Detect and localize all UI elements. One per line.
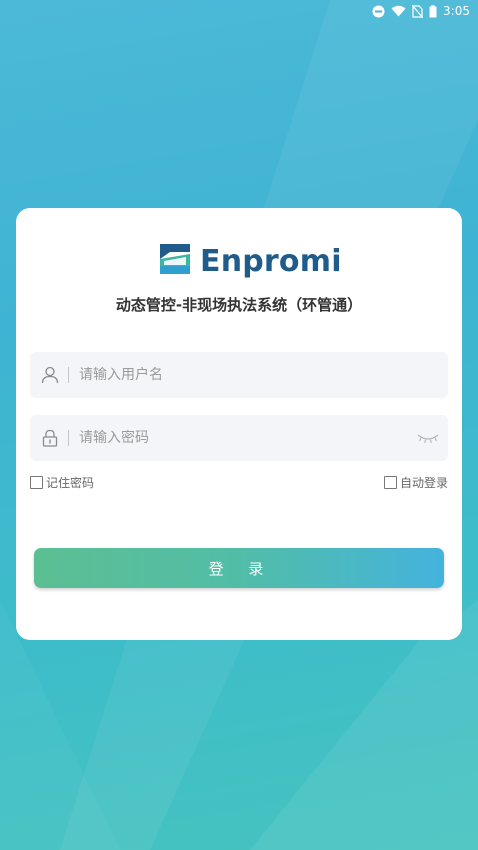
wifi-icon (391, 5, 406, 17)
enpromi-logo-icon (158, 242, 192, 280)
auto-login-label: 自动登录 (399, 476, 448, 490)
battery-icon (429, 4, 437, 18)
remember-password-checkbox[interactable] (30, 476, 43, 489)
auto-login-checkbox[interactable] (383, 476, 397, 489)
no-sim-icon (412, 4, 424, 18)
username-field[interactable] (30, 352, 448, 398)
login-screen: 3:05 Enpromi 动态管控-非现场执法系统（环管通） 请输入用户名 记住… (0, 0, 478, 850)
do-not-disturb-icon (372, 5, 385, 18)
field-divider (68, 367, 69, 383)
lock-icon (32, 429, 68, 447)
brand-logo: Enpromi (158, 242, 342, 280)
username-input[interactable] (79, 352, 448, 398)
remember-password-option[interactable]: 记住密码 (30, 474, 94, 491)
login-card: Enpromi 动态管控-非现场执法系统（环管通） 请输入用户名 记住密码 自动… (16, 208, 462, 640)
password-input[interactable] (79, 415, 408, 461)
field-divider (68, 430, 69, 446)
status-bar: 3:05 (0, 0, 478, 22)
user-icon (32, 366, 68, 384)
app-title: 动态管控-非现场执法系统（环管通） (115, 296, 363, 314)
auto-login-option[interactable]: 自动登录 (383, 474, 448, 491)
eye-closed-icon[interactable] (408, 432, 448, 444)
remember-password-label: 记住密码 (46, 476, 95, 490)
login-button[interactable]: 登 录 (34, 548, 444, 588)
password-field[interactable] (30, 415, 448, 461)
status-time: 3:05 (443, 4, 470, 18)
brand-name: Enpromi (200, 243, 342, 279)
